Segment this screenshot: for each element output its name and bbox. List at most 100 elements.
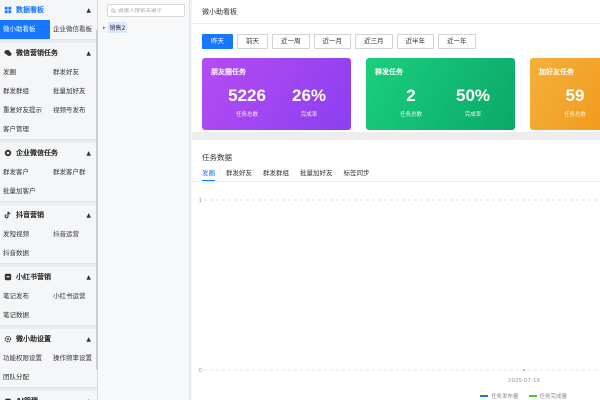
card-stat: 5226 任务总数 bbox=[222, 86, 272, 118]
legend-item[interactable]: 任务完成量 bbox=[528, 392, 568, 400]
sidebar-item[interactable]: 小红书运营 bbox=[50, 287, 97, 306]
sidebar-section-title: AI管理 bbox=[16, 396, 86, 400]
sidebar-item[interactable]: 发短视频 bbox=[0, 225, 50, 244]
sidebar-section-title: 企业微信任务 bbox=[16, 149, 58, 157]
chevron-up-icon[interactable]: ▲ bbox=[86, 7, 91, 14]
sidebar-item[interactable]: 企业微信看板 bbox=[50, 20, 97, 39]
task-type-tab[interactable]: 批量加好友 bbox=[300, 167, 333, 181]
sidebar-item[interactable]: 抖音数据 bbox=[0, 244, 50, 263]
task-type-tab[interactable]: 标签同步 bbox=[344, 167, 370, 181]
stat-value: 59 bbox=[565, 86, 585, 105]
sidebar-section-header[interactable]: 微信营销任务 ▲ bbox=[0, 43, 97, 63]
tabs-divider bbox=[192, 181, 600, 182]
sidebar-item[interactable]: 群发群组 bbox=[0, 82, 50, 101]
sidebar-item[interactable]: 微小助看板 bbox=[0, 20, 50, 39]
stat-label: 任务总数 bbox=[399, 112, 422, 118]
sidebar-item[interactable]: 团队分配 bbox=[0, 368, 50, 387]
task-type-tabs: 发圈 群发好友 群发群组 批量加好友 标签同步 bbox=[202, 167, 370, 181]
stat-value: 26% bbox=[291, 86, 327, 105]
sidebar-item[interactable]: 视频号发布 bbox=[50, 101, 97, 120]
chevron-up-icon[interactable]: ▲ bbox=[86, 336, 91, 343]
sidebar-item[interactable]: 群发好友 bbox=[50, 63, 97, 82]
sidebar-scrollbar[interactable] bbox=[96, 30, 98, 370]
legend-label: 任务发布量 bbox=[491, 394, 519, 400]
sidebar-section-title: 微小助设置 bbox=[16, 335, 51, 343]
moments-task-card[interactable]: 朋友圈任务 5226 任务总数 26% 完成率 bbox=[202, 58, 351, 130]
chevron-up-icon[interactable]: ▲ bbox=[86, 274, 91, 281]
sidebar-items: 微小助看板 企业微信看板 bbox=[0, 20, 97, 39]
douyin-icon bbox=[3, 211, 12, 220]
tree-search-input[interactable] bbox=[118, 7, 184, 14]
sidebar-section: 微信营销任务 ▲ 发圈 群发好友 群发群组 批量加好友 重复好友提示 视频号发布 客户管理 bbox=[0, 43, 97, 139]
y-tick-label: 1 bbox=[199, 198, 203, 204]
card-stat: 2 任务总数 bbox=[386, 86, 436, 118]
dashboard-icon bbox=[3, 6, 12, 15]
sidebar-items: 发圈 群发好友 群发群组 批量加好友 重复好友提示 视频号发布 客户管理 bbox=[0, 63, 97, 139]
sidebar-item[interactable]: 客户管理 bbox=[0, 120, 50, 139]
date-tab[interactable]: 前天 bbox=[237, 34, 268, 49]
task-type-tab[interactable]: 发圈 bbox=[202, 167, 215, 181]
sidebar-item[interactable]: 重复好友提示 bbox=[0, 101, 50, 120]
series-point[interactable] bbox=[523, 369, 525, 371]
sidebar-items: 群发客户 群发客户群 批量加客户 bbox=[0, 163, 97, 201]
stat-label: 完成率 bbox=[300, 112, 318, 118]
sidebar-item[interactable]: 笔记发布 bbox=[0, 287, 50, 306]
caret-right-icon[interactable]: ▸ bbox=[103, 25, 106, 31]
work-wechat-icon bbox=[3, 149, 12, 158]
chevron-up-icon[interactable]: ▲ bbox=[86, 212, 91, 219]
search-icon bbox=[111, 8, 116, 13]
chevron-up-icon[interactable]: ▲ bbox=[86, 150, 91, 157]
sidebar-section: 数据看板 ▲ 微小助看板 企业微信看板 bbox=[0, 0, 97, 39]
add-friend-task-card[interactable]: 加好友任务 59 任务总数 bbox=[530, 58, 600, 130]
legend-label: 任务完成量 bbox=[539, 394, 568, 400]
sidebar-item[interactable]: 群发客户 bbox=[0, 163, 50, 182]
sidebar-items: 功能权限设置 操作频率设置 团队分配 bbox=[0, 349, 97, 387]
sidebar-item[interactable]: 抖音运营 bbox=[50, 225, 97, 244]
y-tick-label: 0 bbox=[199, 368, 203, 374]
mass-send-task-card[interactable]: 群发任务 2 任务总数 50% 完成率 bbox=[366, 58, 515, 130]
date-tab[interactable]: 近一周 bbox=[272, 34, 310, 49]
settings-icon bbox=[3, 335, 12, 344]
date-tab[interactable]: 近一年 bbox=[438, 34, 476, 49]
task-type-tab[interactable]: 群发群组 bbox=[263, 167, 289, 181]
stat-value: 2 bbox=[406, 86, 416, 105]
sidebar-section-header[interactable]: 微小助设置 ▲ bbox=[0, 329, 97, 349]
tree-node-label[interactable]: 销售2 bbox=[107, 22, 128, 33]
date-tab[interactable]: 近三月 bbox=[355, 34, 393, 49]
sidebar-section-title: 小红书营销 bbox=[16, 273, 51, 281]
sidebar-section-header[interactable]: 小红书营销 ▲ bbox=[0, 267, 97, 287]
stat-label: 任务总数 bbox=[563, 112, 586, 118]
legend-item[interactable]: 任务发布量 bbox=[480, 392, 519, 400]
sidebar-section-title: 数据看板 bbox=[16, 6, 44, 14]
sidebar-section-header[interactable]: 抖音营销 ▲ bbox=[0, 205, 97, 225]
date-tab[interactable]: 昨天 bbox=[202, 34, 233, 49]
sidebar-item[interactable]: 操作频率设置 bbox=[50, 349, 97, 368]
sidebar-section: 企业微信任务 ▲ 群发客户 群发客户群 批量加客户 bbox=[0, 143, 97, 201]
sidebar-item[interactable]: 发圈 bbox=[0, 63, 50, 82]
section-divider bbox=[192, 132, 600, 140]
date-tab[interactable]: 近半年 bbox=[396, 34, 434, 49]
task-type-tab[interactable]: 群发好友 bbox=[226, 167, 252, 181]
sidebar-section-header[interactable]: AI管理▲ bbox=[0, 391, 97, 400]
sidebar-section-title: 微信营销任务 bbox=[16, 49, 58, 57]
section-title: 任务数据 bbox=[202, 153, 232, 162]
card-title: 加好友任务 bbox=[539, 68, 574, 76]
legend-swatch bbox=[480, 395, 488, 397]
sidebar-item[interactable]: 笔记数据 bbox=[0, 306, 50, 325]
card-title: 群发任务 bbox=[375, 68, 403, 76]
sidebar-item[interactable]: 群发客户群 bbox=[50, 163, 97, 182]
sidebar-section-header[interactable]: 企业微信任务 ▲ bbox=[0, 143, 97, 163]
sidebar-nav: 数据看板 ▲ 微小助看板 企业微信看板微信营销任务 ▲ 发圈 群发好友 群发群组 批量加好友 重复… bbox=[0, 0, 98, 400]
date-tab[interactable]: 近一月 bbox=[313, 34, 351, 49]
sidebar-item[interactable]: 批量加客户 bbox=[0, 182, 50, 201]
wechat-icon bbox=[3, 49, 12, 58]
sidebar-item[interactable]: 功能权限设置 bbox=[0, 349, 50, 368]
tree-search-box[interactable] bbox=[107, 4, 185, 17]
card-stat: 59 任务总数 bbox=[550, 86, 600, 118]
sidebar-section-title: 抖音营销 bbox=[16, 211, 44, 219]
sidebar-item[interactable]: 批量加好友 bbox=[50, 82, 97, 101]
sidebar-section-header[interactable]: 数据看板 ▲ bbox=[0, 0, 97, 20]
stat-label: 完成率 bbox=[464, 112, 482, 118]
chevron-up-icon[interactable]: ▲ bbox=[86, 50, 91, 57]
tree-node[interactable]: ▸ 销售2 bbox=[103, 22, 128, 33]
